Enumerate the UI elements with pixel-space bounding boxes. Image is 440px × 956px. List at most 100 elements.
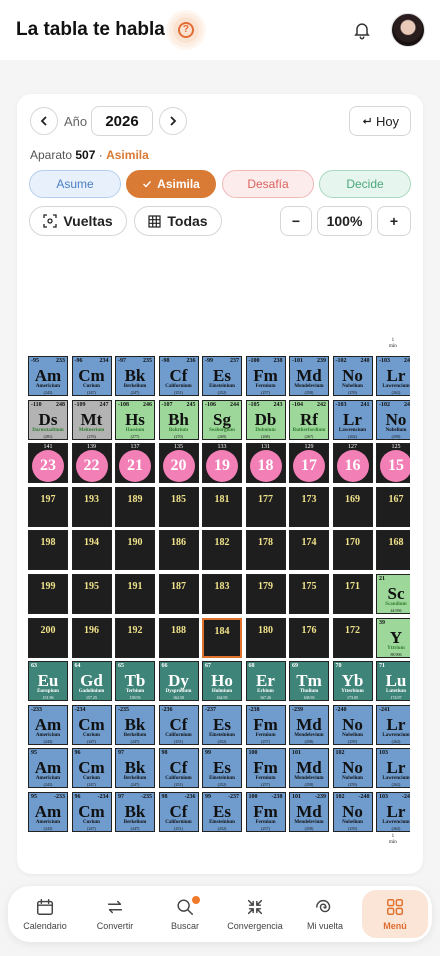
- element-cell[interactable]: -103241LrLawrencium(262): [332, 399, 373, 440]
- bell-icon[interactable]: [352, 20, 372, 40]
- prev-year-button[interactable]: [30, 107, 58, 135]
- element-cell[interactable]: -235 Bk Berkelium (247): [115, 704, 155, 745]
- number-cell[interactable]: 189: [115, 486, 155, 527]
- number-cell[interactable]: 176: [289, 617, 329, 658]
- today-button[interactable]: Hoy: [349, 106, 411, 136]
- number-cell[interactable]: 169: [332, 486, 373, 527]
- element-cell[interactable]: 67 Ho Holmium 164.93: [202, 661, 242, 702]
- number-cell[interactable]: 172: [332, 617, 373, 658]
- nav-item-convergencia[interactable]: Convergencia: [222, 886, 288, 942]
- element-cell[interactable]: 39 Y Yttrium 88.906: [376, 617, 410, 658]
- number-cell[interactable]: 188: [158, 617, 199, 658]
- element-circle-cell[interactable]: 141 23: [28, 443, 68, 484]
- number-cell[interactable]: 185: [158, 486, 199, 527]
- element-cell[interactable]: -101 239 Md Mendelevium (258): [289, 356, 329, 396]
- number-cell[interactable]: 170: [332, 530, 373, 571]
- element-cell[interactable]: 99 Es Einsteinium (252): [202, 748, 242, 789]
- element-cell[interactable]: -102240NoNobelium(259): [332, 356, 373, 396]
- element-cell[interactable]: 63 Eu Europium 151.96: [28, 661, 68, 702]
- number-cell[interactable]: 192: [115, 617, 155, 658]
- element-cell[interactable]: 98 -236 Cf Californium (251): [158, 792, 199, 832]
- element-cell[interactable]: 71 Lu Lutetium 174.97: [376, 661, 410, 702]
- element-cell[interactable]: -97 235 Bk Berkelium (247): [115, 356, 155, 396]
- question-badge-icon[interactable]: ?: [172, 17, 199, 43]
- element-cell[interactable]: -95 233 Am Americium (243): [28, 356, 68, 396]
- element-cell[interactable]: -236 Cf Californium (251): [158, 704, 199, 745]
- number-cell[interactable]: 195: [71, 574, 112, 614]
- number-cell[interactable]: 171: [332, 574, 373, 614]
- element-cell[interactable]: 95 -233 Am Americium (243): [28, 792, 68, 832]
- element-cell[interactable]: 97 -235 Bk Berkelium (247): [115, 792, 155, 832]
- number-cell[interactable]: 168: [376, 530, 410, 571]
- element-cell[interactable]: -108 246 Hs Hassium (277): [115, 399, 155, 440]
- element-cell[interactable]: 70 Yb Ytterbium 173.05: [332, 661, 373, 702]
- user-avatar[interactable]: [391, 13, 425, 47]
- element-cell[interactable]: -107 245 Bh Bohrium (270): [158, 399, 199, 440]
- element-cell[interactable]: -241 Lr Lawrencium (262): [376, 704, 410, 745]
- number-cell[interactable]: 179: [245, 574, 286, 614]
- element-circle-cell[interactable]: 133 19: [202, 443, 242, 484]
- element-cell[interactable]: 102 -240 No Nobelium (259): [332, 792, 373, 832]
- element-cell[interactable]: 99 -237 Es Einsteinium (252): [202, 792, 242, 832]
- element-cell[interactable]: 95 Am Americium (243): [28, 748, 68, 789]
- element-cell[interactable]: -96 234 Cm Curium (247): [71, 356, 112, 396]
- element-cell[interactable]: -99 237 Es Einsteinium (252): [202, 356, 242, 396]
- element-cell[interactable]: -237 Es Einsteinium (252): [202, 704, 242, 745]
- element-cell[interactable]: 97 Bk Berkelium (247): [115, 748, 155, 789]
- element-cell[interactable]: 66 Dy Dysprosium 162.50: [158, 661, 199, 702]
- element-cell[interactable]: -103241LrLawrencium(262): [376, 356, 410, 396]
- element-cell[interactable]: -110 248 Ds Darmstadtium (281): [28, 399, 68, 440]
- element-cell[interactable]: 101 -239 Md Mendelevium (258): [289, 792, 329, 832]
- element-cell[interactable]: -238 Fm Fermium (257): [245, 704, 286, 745]
- mode-desafia-button[interactable]: Desafía: [222, 170, 314, 198]
- all-button[interactable]: Todas: [134, 206, 222, 236]
- element-cell[interactable]: -100 238 Fm Fermium (257): [245, 356, 286, 396]
- element-cell[interactable]: 103-241LrLawrencium(262): [376, 792, 410, 832]
- number-cell[interactable]: 191: [115, 574, 155, 614]
- number-cell[interactable]: 194: [71, 530, 112, 571]
- year-input[interactable]: 2026: [91, 106, 153, 136]
- element-cell[interactable]: 103 Lr Lawrencium (262): [376, 748, 410, 789]
- number-cell[interactable]: 174: [289, 530, 329, 571]
- element-circle-cell[interactable]: 135 20: [158, 443, 199, 484]
- number-cell[interactable]: 175: [289, 574, 329, 614]
- zoom-out-button[interactable]: −: [280, 206, 312, 236]
- element-cell[interactable]: 69 Tm Thulium 168.93: [289, 661, 329, 702]
- element-cell[interactable]: -106 244 Sg Seaborgium (269): [202, 399, 242, 440]
- element-circle-cell[interactable]: 127 16: [332, 443, 373, 484]
- number-cell[interactable]: 184: [202, 617, 242, 658]
- element-circle-cell[interactable]: 131 18: [245, 443, 286, 484]
- element-cell[interactable]: 64 Gd Gadolinium 157.25: [71, 661, 112, 702]
- nav-item-buscar[interactable]: Buscar: [152, 886, 218, 942]
- element-cell[interactable]: 101 Md Mendelevium (258): [289, 748, 329, 789]
- element-cell[interactable]: 102 No Nobelium (259): [332, 748, 373, 789]
- element-cell[interactable]: 68 Er Erbium 167.26: [245, 661, 286, 702]
- nav-item-mi-vuelta[interactable]: Mi vuelta: [292, 886, 358, 942]
- element-cell[interactable]: 65 Tb Terbium 158.93: [115, 661, 155, 702]
- number-cell[interactable]: 186: [158, 530, 199, 571]
- number-cell[interactable]: 173: [289, 486, 329, 527]
- number-cell[interactable]: 181: [202, 486, 242, 527]
- element-cell[interactable]: -104 242 Rf Rutherfordium (267): [289, 399, 329, 440]
- element-cell[interactable]: 100 Fm Fermium (257): [245, 748, 286, 789]
- number-cell[interactable]: 180: [245, 617, 286, 658]
- number-cell[interactable]: 198: [28, 530, 68, 571]
- number-cell[interactable]: 178: [245, 530, 286, 571]
- mode-asimila-button[interactable]: Asimila: [126, 170, 216, 198]
- turns-button[interactable]: Vueltas: [29, 206, 127, 236]
- number-cell[interactable]: 199: [28, 574, 68, 614]
- element-circle-cell[interactable]: 125 15: [376, 443, 410, 484]
- number-cell[interactable]: 197: [28, 486, 68, 527]
- number-cell[interactable]: 193: [71, 486, 112, 527]
- element-cell[interactable]: -98 236 Cf Californium (251): [158, 356, 199, 396]
- number-cell[interactable]: 183: [202, 574, 242, 614]
- element-cell[interactable]: -105 243 Db Dubnium (268): [245, 399, 286, 440]
- element-circle-cell[interactable]: 137 21: [115, 443, 155, 484]
- element-cell[interactable]: 96 -234 Cm Curium (247): [71, 792, 112, 832]
- number-cell[interactable]: 177: [245, 486, 286, 527]
- number-cell[interactable]: 200: [28, 617, 68, 658]
- element-cell[interactable]: -102240NoNobelium(259): [376, 399, 410, 440]
- element-circle-cell[interactable]: 139 22: [71, 443, 112, 484]
- number-cell[interactable]: 167: [376, 486, 410, 527]
- mode-decide-button[interactable]: Decide: [319, 170, 411, 198]
